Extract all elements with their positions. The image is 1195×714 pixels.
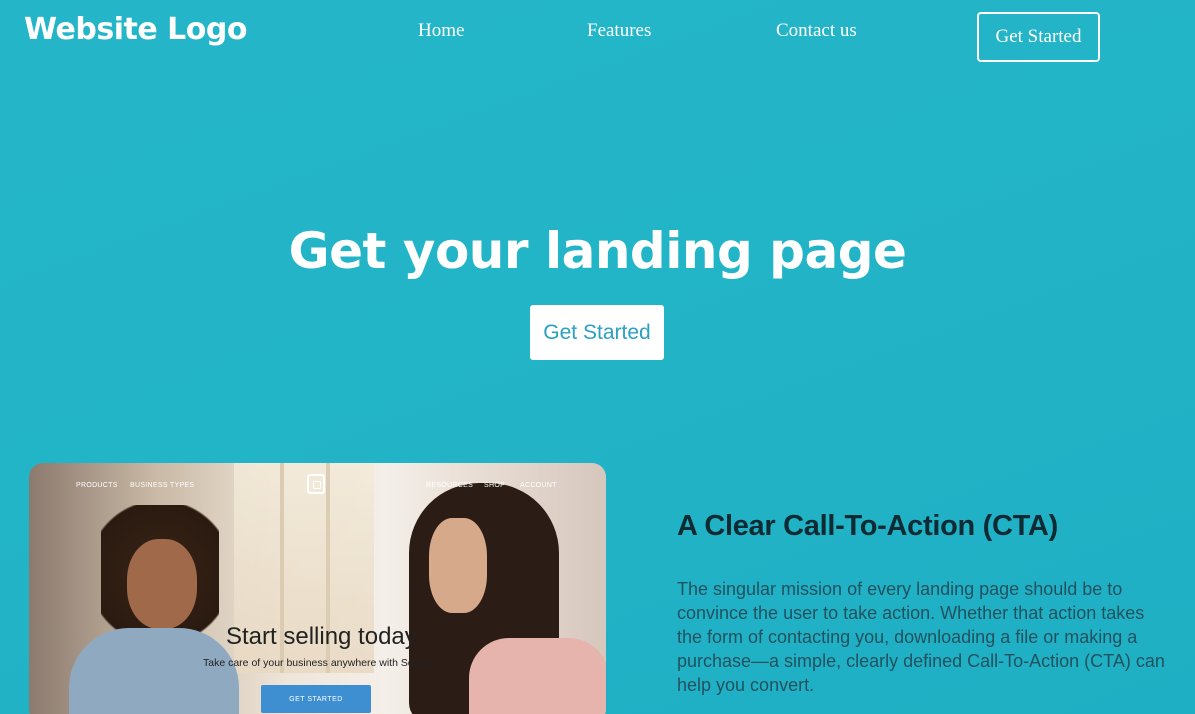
woman-left-face <box>127 539 197 629</box>
product-screenshot-image: PRODUCTS BUSINESS TYPES RESOURCES SHOP A… <box>29 463 606 714</box>
nav-features-link[interactable]: Features <box>587 20 651 42</box>
header-get-started-button[interactable]: Get Started <box>977 12 1100 62</box>
screenshot-subhead: Take care of your business anywhere with… <box>203 657 438 669</box>
screenshot-nav-account: ACCOUNT <box>520 482 557 489</box>
screenshot-nav-resources: RESOURCES <box>426 482 474 489</box>
screenshot-headline: Start selling today. <box>226 623 422 650</box>
feature-description: The singular mission of every landing pa… <box>677 579 1165 695</box>
square-logo-icon <box>307 474 325 494</box>
screenshot-nav-business-types: BUSINESS TYPES <box>130 482 195 489</box>
woman-right-face <box>429 518 487 613</box>
nav-contact-link[interactable]: Contact us <box>776 20 857 42</box>
hero-title: Get your landing page <box>288 222 907 280</box>
feature-title: A Clear Call-To-Action (CTA) <box>677 510 1058 542</box>
woman-left-shirt <box>69 628 239 714</box>
website-logo[interactable]: Website Logo <box>24 12 247 47</box>
screenshot-get-started-button: GET STARTED <box>261 685 371 713</box>
screenshot-nav-products: PRODUCTS <box>76 482 118 489</box>
screenshot-nav-shop: SHOP <box>484 482 506 489</box>
nav-home-link[interactable]: Home <box>418 20 464 42</box>
hero-get-started-button[interactable]: Get Started <box>530 305 664 360</box>
woman-right-shirt <box>469 638 606 714</box>
